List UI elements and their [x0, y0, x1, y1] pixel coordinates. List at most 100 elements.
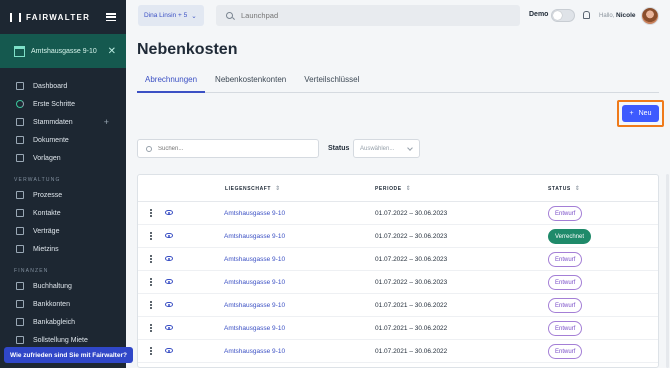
- sidebar-item-vorlagen[interactable]: Vorlagen: [0, 149, 126, 167]
- table-row: Amtshausgasse 9-10 01.07.2021 – 30.06.20…: [138, 294, 658, 317]
- eye-icon[interactable]: [165, 256, 173, 261]
- launchpad-search[interactable]: [216, 5, 520, 26]
- status-filter-label: Status: [328, 145, 350, 152]
- sidebar-item-dokumente[interactable]: Dokumente: [0, 131, 126, 149]
- demo-toggle[interactable]: [551, 9, 575, 22]
- eye-icon[interactable]: [165, 302, 173, 307]
- property-link[interactable]: Amtshausgasse 9-10: [224, 325, 285, 332]
- sidebar-item-dashboard[interactable]: Dashboard: [0, 77, 126, 95]
- more-options-icon[interactable]: [150, 324, 152, 332]
- sidebar-item-stammdaten[interactable]: Stammdaten +: [0, 113, 126, 131]
- close-icon[interactable]: ✕: [108, 46, 116, 57]
- property-name: Amtshausgasse 9-10: [31, 47, 97, 55]
- ledger-icon: [16, 282, 24, 290]
- template-icon: [16, 154, 24, 162]
- hamburger-menu-icon[interactable]: [106, 13, 116, 21]
- status-badge: Entwurf: [548, 275, 583, 290]
- greeting: Hallo, Nicole: [599, 12, 636, 19]
- sidebar-item-label: Bankabgleich: [33, 318, 76, 326]
- progress-ring-icon: [16, 100, 24, 108]
- scrollbar[interactable]: [666, 174, 669, 368]
- logo-icon: [10, 12, 21, 22]
- more-options-icon[interactable]: [150, 255, 152, 263]
- sidebar-item-label: Dokumente: [33, 136, 69, 144]
- property-link[interactable]: Amtshausgasse 9-10: [224, 279, 285, 286]
- sort-icon: ⇕: [405, 185, 411, 192]
- table-row: Amtshausgasse 9-10 01.07.2022 – 30.06.20…: [138, 202, 658, 225]
- header-status[interactable]: STATUS ⇕: [548, 185, 580, 192]
- status-filter-placeholder: Auswählen...: [360, 145, 395, 152]
- more-options-icon[interactable]: [150, 347, 152, 355]
- property-link[interactable]: Amtshausgasse 9-10: [224, 302, 285, 309]
- property-link[interactable]: Amtshausgasse 9-10: [224, 348, 285, 355]
- sidebar-item-erste-schritte[interactable]: Erste Schritte: [0, 95, 126, 113]
- eye-icon[interactable]: [165, 279, 173, 284]
- property-link[interactable]: Amtshausgasse 9-10: [224, 210, 285, 217]
- search-icon: [146, 145, 152, 152]
- building-icon: [14, 45, 25, 57]
- contract-icon: [16, 227, 24, 235]
- main-content: Nebenkosten Abrechnungen Nebenkostenkont…: [126, 32, 670, 368]
- bell-icon[interactable]: [583, 11, 590, 19]
- sidebar-item-bankkonten[interactable]: Bankkonten: [0, 295, 126, 313]
- sidebar-item-vertraege[interactable]: Verträge: [0, 222, 126, 240]
- tab-nebenkostenkonten[interactable]: Nebenkostenkonten: [207, 72, 294, 93]
- period-cell: 01.07.2021 – 30.06.2022: [375, 347, 448, 355]
- table-search[interactable]: [137, 139, 319, 158]
- header-period[interactable]: PERIODE ⇕: [375, 185, 411, 192]
- tab-verteilschluessel[interactable]: Verteilschlüssel: [296, 72, 367, 93]
- status-badge: Entwurf: [548, 298, 583, 313]
- statements-table: LIEGENSCHAFT ⇕ PERIODE ⇕ STATUS ⇕ Amtshausg…: [137, 174, 659, 368]
- more-options-icon[interactable]: [150, 301, 152, 309]
- selected-property[interactable]: Amtshausgasse 9-10 ✕: [0, 34, 126, 68]
- sidebar-item-mietzins[interactable]: Mietzins: [0, 240, 126, 258]
- user-name: Nicole: [616, 12, 636, 19]
- sidebar-item-label: Vorlagen: [33, 154, 61, 162]
- more-options-icon[interactable]: [150, 278, 152, 286]
- more-options-icon[interactable]: [150, 232, 152, 240]
- status-badge: Entwurf: [548, 344, 583, 359]
- search-input[interactable]: [158, 145, 308, 152]
- eye-icon[interactable]: [165, 325, 173, 330]
- sidebar-item-bankabgleich[interactable]: Bankabgleich: [0, 313, 126, 331]
- property-link[interactable]: Amtshausgasse 9-10: [224, 256, 285, 263]
- section-label-finanzen: FINANZEN: [14, 268, 49, 274]
- chevron-down-icon: ⌄: [191, 12, 197, 20]
- process-icon: [16, 191, 24, 199]
- header-property[interactable]: LIEGENSCHAFT ⇕: [225, 185, 280, 192]
- dashboard-icon: [16, 82, 24, 90]
- sidebar-item-label: Bankkonten: [33, 300, 70, 308]
- sidebar-item-kontakte[interactable]: Kontakte: [0, 204, 126, 222]
- eye-icon[interactable]: [165, 210, 173, 215]
- eye-icon[interactable]: [165, 233, 173, 238]
- greeting-text: Hallo,: [599, 13, 615, 19]
- eye-icon[interactable]: [165, 348, 173, 353]
- sidebar-item-label: Buchhaltung: [33, 282, 72, 290]
- period-cell: 01.07.2021 – 30.06.2022: [375, 324, 448, 332]
- sidebar-item-prozesse[interactable]: Prozesse: [0, 186, 126, 204]
- bank-icon: [16, 300, 24, 308]
- sidebar-item-buchhaltung[interactable]: Buchhaltung: [0, 277, 126, 295]
- period-cell: 01.07.2022 – 30.06.2023: [375, 209, 448, 217]
- user-select-dropdown[interactable]: Dina Linsin + 5 ⌄: [138, 5, 204, 26]
- avatar[interactable]: [641, 7, 659, 25]
- sidebar-item-label: Mietzins: [33, 245, 59, 253]
- document-icon: [16, 136, 24, 144]
- tab-bar: Abrechnungen Nebenkostenkonten Verteilsc…: [137, 72, 659, 93]
- main-nav: Dashboard Erste Schritte Stammdaten + Dok…: [0, 68, 126, 349]
- table-row: Amtshausgasse 9-10 01.07.2021 – 30.06.20…: [138, 317, 658, 340]
- property-link[interactable]: Amtshausgasse 9-10: [224, 233, 285, 240]
- new-button[interactable]: + Neu: [622, 105, 659, 122]
- table-header: LIEGENSCHAFT ⇕ PERIODE ⇕ STATUS ⇕: [138, 175, 658, 202]
- new-button-highlight: + Neu: [617, 100, 664, 127]
- section-label-verwaltung: VERWALTUNG: [14, 177, 61, 183]
- logo[interactable]: FAIRWALTER: [10, 12, 90, 22]
- status-filter-select[interactable]: Auswählen...: [353, 139, 420, 158]
- launchpad-input[interactable]: [241, 11, 441, 20]
- plus-icon[interactable]: +: [104, 117, 109, 127]
- tab-abrechnungen[interactable]: Abrechnungen: [137, 72, 206, 93]
- more-options-icon[interactable]: [150, 209, 152, 217]
- top-bar: Dina Linsin + 5 ⌄ Demo Hallo, Nicole: [126, 0, 670, 32]
- feedback-button[interactable]: Wie zufrieden sind Sie mit Fairwalter?: [4, 347, 133, 363]
- sort-icon: ⇕: [275, 185, 281, 192]
